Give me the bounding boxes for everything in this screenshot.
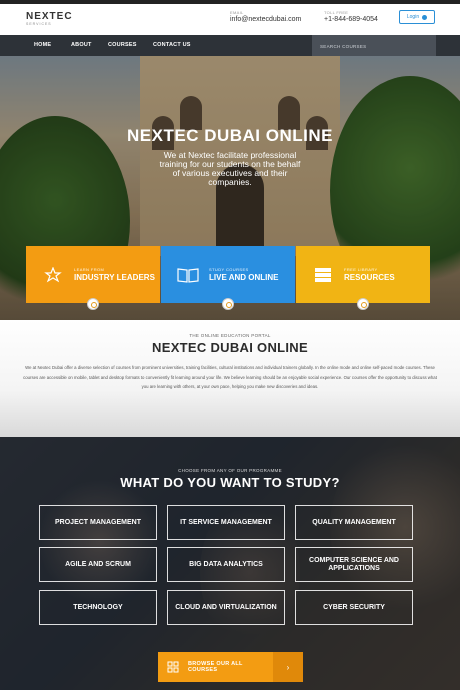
about-kicker: THE ONLINE EDUCATION PORTAL: [189, 333, 271, 338]
feature-indicator-icon[interactable]: [357, 298, 369, 310]
course-it-service-management[interactable]: IT SERVICE MANAGEMENT: [167, 505, 285, 540]
course-cyber-security[interactable]: CYBER SECURITY: [295, 590, 413, 625]
search-box: [312, 35, 436, 57]
logo-main-text: NEXTEC: [26, 11, 73, 22]
course-technology[interactable]: TECHNOLOGY: [39, 590, 157, 625]
feature-indicator-icon[interactable]: [222, 298, 234, 310]
browse-all-courses-button[interactable]: BROWSE OUR ALL COURSES ›: [158, 652, 303, 682]
feature-indicator-icon[interactable]: [87, 298, 99, 310]
login-button[interactable]: Login: [399, 10, 435, 24]
study-section: CHOOSE FROM ANY OF OUR PROGRAMME WHAT DO…: [0, 437, 460, 690]
feature-resources[interactable]: FREE LIBRARY RESOURCES: [296, 246, 430, 303]
course-cloud-and-virtualization[interactable]: CLOUD AND VIRTUALIZATION: [167, 590, 285, 625]
book-icon: [177, 266, 199, 284]
contact-email: EMAIL info@nextecdubai.com: [230, 10, 301, 25]
course-quality-management[interactable]: QUALITY MANAGEMENT: [295, 505, 413, 540]
login-label: Login: [406, 14, 420, 20]
library-icon: [312, 266, 334, 284]
about-title: NEXTEC DUBAI ONLINE: [152, 340, 308, 355]
logo-sub-text: SERVICES: [26, 22, 52, 26]
feature-small-text: FREE LIBRARY: [344, 267, 378, 272]
course-computer-science[interactable]: COMPUTER SCIENCE AND APPLICATIONS: [295, 547, 413, 582]
feature-live-online[interactable]: STUDY COURSES LIVE AND ONLINE: [161, 246, 295, 303]
chevron-right-icon: ›: [273, 652, 303, 682]
course-project-management[interactable]: PROJECT MANAGEMENT: [39, 505, 157, 540]
phone-value[interactable]: +1-844-689-4054: [324, 15, 378, 25]
feature-big-text: RESOURCES: [344, 273, 395, 282]
main-nav: HOME ABOUT COURSES CONTACT US: [0, 35, 460, 57]
site-header: NEXTEC SERVICES EMAIL info@nextecdubai.c…: [0, 4, 460, 35]
study-title: WHAT DO YOU WANT TO STUDY?: [120, 475, 340, 490]
grid-icon: [158, 652, 188, 682]
hero-title: NEXTEC DUBAI ONLINE: [127, 126, 333, 145]
course-agile-and-scrum[interactable]: AGILE AND SCRUM: [39, 547, 157, 582]
nav-about[interactable]: ABOUT: [71, 35, 92, 56]
feature-big-text: INDUSTRY LEADERS: [74, 273, 155, 282]
user-icon: [422, 14, 428, 20]
course-big-data-analytics[interactable]: BIG DATA ANALYTICS: [167, 547, 285, 582]
hero-subtitle: We at Nextec facilitate professional tra…: [159, 150, 301, 187]
email-value[interactable]: info@nextecdubai.com: [230, 15, 301, 25]
feature-big-text: LIVE AND ONLINE: [209, 273, 279, 282]
study-kicker: CHOOSE FROM ANY OF OUR PROGRAMME: [178, 468, 282, 473]
award-icon: [42, 266, 64, 284]
nav-contact-us[interactable]: CONTACT US: [153, 35, 191, 56]
search-input[interactable]: [312, 36, 436, 57]
about-body: We at Nextec Dubai offer a diverse selec…: [23, 365, 437, 389]
about-section: THE ONLINE EDUCATION PORTAL NEXTEC DUBAI…: [0, 320, 460, 437]
site-logo[interactable]: NEXTEC SERVICES: [26, 12, 73, 27]
browse-label: BROWSE OUR ALL COURSES: [188, 661, 243, 673]
contact-phone: TOLL FREE +1-844-689-4054: [324, 10, 378, 25]
feature-small-text: STUDY COURSES: [209, 267, 249, 272]
nav-courses[interactable]: COURSES: [108, 35, 137, 56]
feature-small-text: LEARN FROM: [74, 267, 105, 272]
feature-industry-leaders[interactable]: LEARN FROM INDUSTRY LEADERS: [26, 246, 160, 303]
nav-home[interactable]: HOME: [34, 35, 51, 56]
